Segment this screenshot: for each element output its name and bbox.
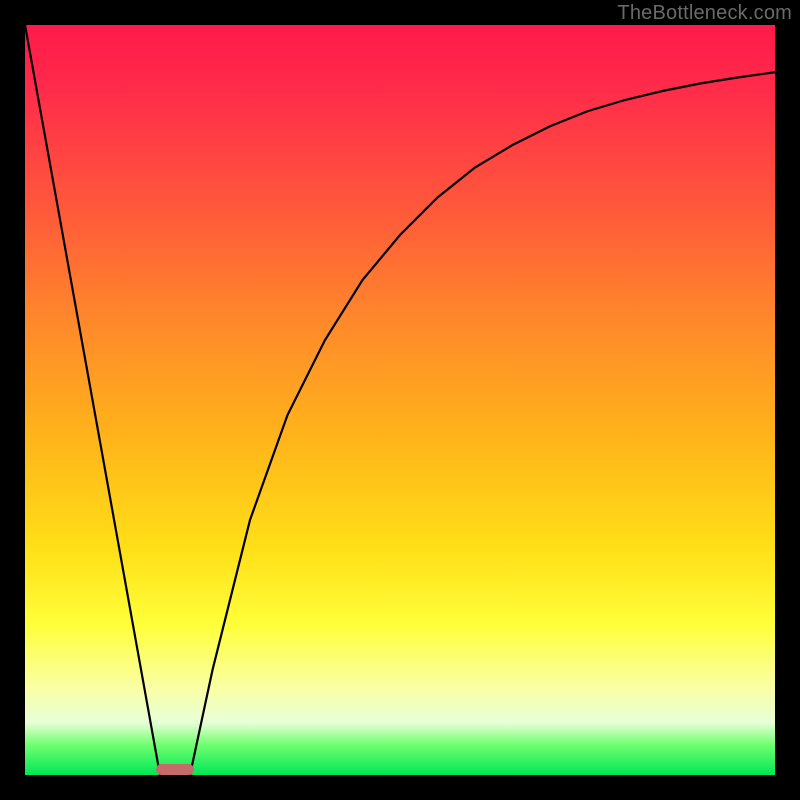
watermark-text: TheBottleneck.com <box>617 2 792 25</box>
curve-left-slope <box>25 25 160 775</box>
curve-right-asymptote <box>190 72 775 775</box>
chart-frame: TheBottleneck.com <box>0 0 800 800</box>
plot-area <box>25 25 775 775</box>
curve-svg <box>25 25 775 775</box>
minimum-marker <box>156 764 194 775</box>
